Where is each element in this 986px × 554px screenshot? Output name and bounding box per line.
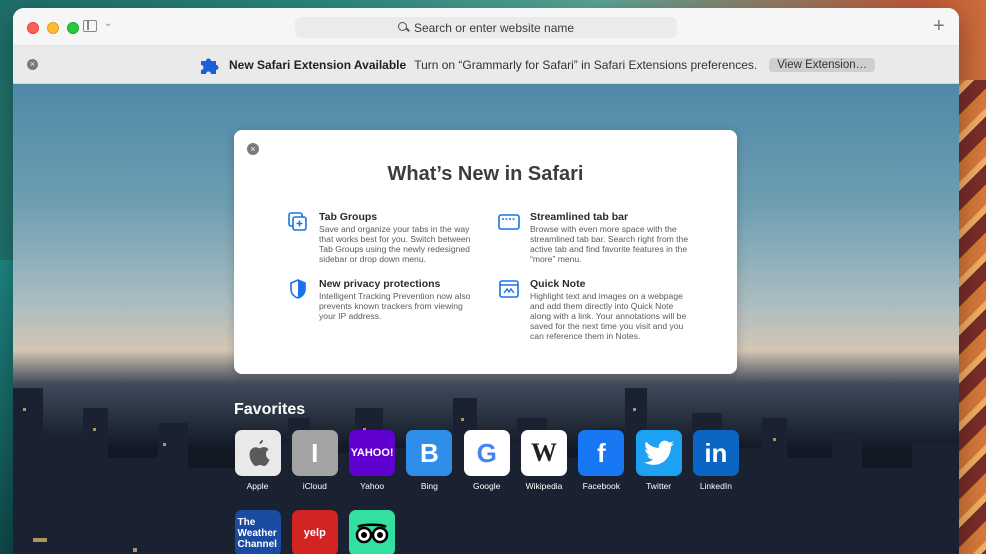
favorite-label: Facebook — [582, 481, 620, 491]
close-banner-button[interactable]: × — [27, 59, 38, 70]
whats-new-panel: × What’s New in Safari Tab Groups Save a… — [234, 130, 737, 374]
tripadvisor-owl-icon — [355, 523, 389, 544]
tile-text: in — [704, 437, 728, 468]
favorite-weather-channel[interactable]: The Weather Channel — [229, 510, 286, 554]
banner-message: Turn on “Grammarly for Safari” in Safari… — [414, 58, 758, 72]
safari-window: ⌄ Search or enter website name + × New S… — [13, 8, 959, 554]
favorite-label: Yahoo — [360, 481, 385, 491]
apple-tile-icon — [234, 430, 281, 476]
favorite-wikipedia[interactable]: W Wikipedia — [516, 430, 573, 491]
address-bar[interactable]: Search or enter website name — [295, 17, 677, 38]
quick-note-icon — [499, 280, 519, 298]
favorites-heading: Favorites — [234, 401, 306, 418]
feature-description: Browse with even more space with the str… — [530, 224, 689, 264]
title-bar: ⌄ Search or enter website name + — [13, 8, 959, 46]
tile-text: f — [596, 437, 606, 468]
favorite-facebook[interactable]: f Facebook — [573, 430, 630, 491]
favorite-yahoo[interactable]: YAHOO! Yahoo — [344, 430, 401, 491]
favorite-google[interactable]: G Google — [458, 430, 515, 491]
feature-description: Highlight text and images on a webpage a… — [530, 291, 687, 341]
favorite-linkedin[interactable]: in LinkedIn — [687, 430, 744, 491]
minimize-window-button[interactable] — [47, 22, 59, 34]
favorite-label: Apple — [246, 481, 269, 491]
favorite-yelp[interactable]: yelp — [286, 510, 343, 554]
yelp-tile-icon: yelp — [291, 510, 338, 554]
search-icon — [397, 22, 409, 33]
favorite-label: LinkedIn — [699, 481, 732, 491]
favorite-icloud[interactable]: IiCloud — [286, 430, 343, 491]
banner-title: New Safari Extension Available — [229, 58, 407, 72]
tile-text: I — [311, 437, 319, 468]
twitter-tile-icon — [635, 430, 682, 476]
shield-icon — [290, 279, 306, 299]
view-extension-button[interactable]: View Extension… — [769, 58, 876, 72]
close-panel-button[interactable]: × — [247, 143, 259, 155]
start-page: × What’s New in Safari Tab Groups Save a… — [13, 84, 959, 554]
favorite-label: Wikipedia — [525, 481, 563, 491]
new-tab-button[interactable]: + — [933, 16, 945, 36]
facebook-tile-icon: f — [578, 430, 625, 476]
favorite-apple[interactable]: Apple — [229, 430, 286, 491]
feature-description: Save and organize your tabs in the way t… — [319, 224, 471, 264]
linkedin-tile-icon: in — [692, 430, 739, 476]
sidebar-toggle-icon[interactable] — [83, 20, 97, 32]
apple-logo-icon — [249, 440, 269, 467]
favorite-bing[interactable]: B Bing — [401, 430, 458, 491]
zoom-window-button[interactable] — [67, 22, 79, 34]
address-placeholder: Search or enter website name — [413, 20, 575, 35]
feature-title: New privacy protections — [319, 278, 441, 290]
favorite-twitter[interactable]: Twitter — [630, 430, 687, 491]
favorite-label: Google — [472, 481, 501, 491]
wikipedia-tile-icon: W — [521, 430, 567, 476]
puzzle-piece-icon — [201, 58, 219, 74]
tile-text: The Weather Channel — [237, 516, 277, 550]
google-tile-icon: G — [463, 430, 510, 476]
extension-banner: × New Safari Extension Available Turn on… — [13, 46, 959, 84]
tile-text: yelp — [303, 527, 326, 539]
feature-title: Tab Groups — [319, 211, 378, 223]
tile-text: G — [476, 437, 497, 468]
yahoo-tile-icon: YAHOO! — [349, 430, 396, 476]
tripadvisor-tile-icon — [349, 510, 396, 554]
tile-text: B — [420, 437, 439, 468]
favorite-label: iCloud — [302, 481, 327, 491]
twitter-bird-icon — [643, 440, 674, 465]
tile-text: W — [531, 438, 557, 467]
tile-text: YAHOO! — [350, 447, 394, 459]
favorite-label: Twitter — [646, 481, 672, 491]
bing-tile-icon: B — [406, 430, 453, 476]
feature-description: Intelligent Tracking Prevention now also… — [319, 291, 471, 321]
chevron-down-icon[interactable]: ⌄ — [104, 18, 112, 29]
icloud-tile-icon: I — [291, 430, 338, 476]
feature-title: Streamlined tab bar — [530, 211, 629, 223]
favorite-label: Bing — [420, 481, 438, 491]
tab-groups-icon — [288, 212, 307, 231]
close-window-button[interactable] — [27, 22, 39, 34]
feature-title: Quick Note — [530, 278, 586, 290]
tab-bar-icon — [498, 214, 520, 230]
panel-title: What’s New in Safari — [387, 163, 584, 185]
weather-channel-tile-icon: The Weather Channel — [234, 510, 281, 554]
favorite-tripadvisor[interactable] — [344, 510, 401, 554]
